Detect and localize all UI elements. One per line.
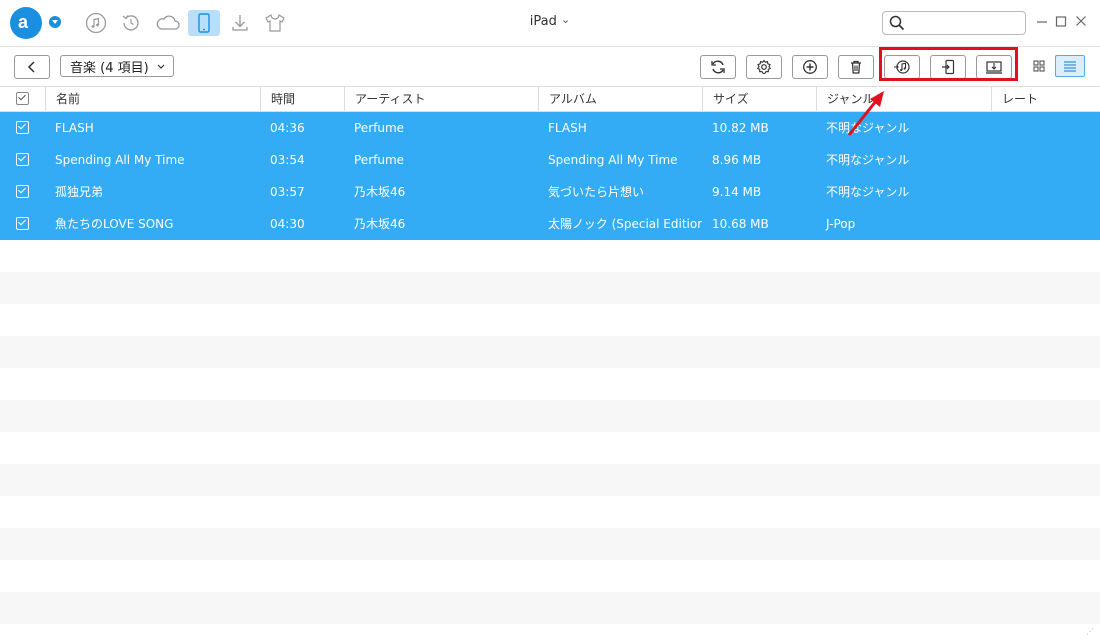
song-album: 気づいたら片想い — [548, 185, 645, 199]
song-genre: 不明なジャンル — [826, 121, 910, 135]
delete-button[interactable] — [838, 55, 874, 79]
add-button[interactable] — [792, 55, 828, 79]
table-header: 名前 時間 アーティスト アルバム サイズ ジャンル レート — [0, 86, 1100, 112]
song-name: 魚たちのLOVE SONG — [55, 217, 174, 231]
tshirt-icon[interactable] — [263, 11, 287, 35]
download-icon[interactable] — [228, 11, 252, 35]
row-checkbox[interactable] — [16, 217, 29, 230]
back-button[interactable] — [14, 55, 50, 79]
song-album: 太陽ノック (Special Edition) — [548, 217, 702, 231]
song-size: 10.82 MB — [712, 121, 769, 135]
song-artist: 乃木坂46 — [354, 217, 406, 231]
column-header-time[interactable]: 時間 — [260, 87, 344, 111]
song-artist: Perfume — [354, 153, 405, 167]
song-time: 03:54 — [270, 153, 305, 167]
history-icon[interactable] — [119, 11, 143, 35]
resize-grip-icon[interactable]: ⋰ — [1086, 627, 1094, 636]
row-checkbox[interactable] — [16, 153, 29, 166]
column-header-genre[interactable]: ジャンル — [816, 87, 991, 111]
column-header-size[interactable]: サイズ — [702, 87, 816, 111]
app-logo[interactable]: a — [10, 7, 42, 39]
device-selector[interactable]: iPad ⌄ — [510, 13, 590, 29]
grid-view-icon — [1033, 60, 1045, 72]
search-input[interactable] — [882, 11, 1026, 35]
song-size: 10.68 MB — [712, 217, 769, 231]
table-row[interactable]: Spending All My Time 03:54 Perfume Spend… — [0, 144, 1100, 176]
song-rate — [991, 144, 1100, 176]
song-time: 03:57 — [270, 185, 305, 199]
column-header-name[interactable]: 名前 — [45, 87, 260, 111]
column-header-album[interactable]: アルバム — [538, 87, 702, 111]
gear-icon — [756, 59, 772, 75]
table-row[interactable]: 孤独兄弟 03:57 乃木坂46 気づいたら片想い 9.14 MB 不明なジャン… — [0, 176, 1100, 208]
search-icon — [889, 15, 905, 31]
select-all-checkbox[interactable] — [16, 92, 29, 105]
song-rate — [991, 112, 1100, 144]
app-menu-chevron-icon[interactable] — [49, 16, 61, 28]
column-header-rate[interactable]: レート — [991, 87, 1100, 111]
song-genre: 不明なジャンル — [826, 185, 910, 199]
empty-rows — [0, 240, 1100, 624]
song-album: Spending All My Time — [548, 153, 678, 167]
song-name: 孤独兄弟 — [55, 185, 104, 199]
row-checkbox[interactable] — [16, 185, 29, 198]
refresh-icon — [711, 60, 725, 74]
column-header-artist[interactable]: アーティスト — [344, 87, 538, 111]
close-icon[interactable] — [1075, 14, 1087, 31]
trash-icon — [851, 60, 861, 74]
song-time: 04:36 — [270, 121, 305, 135]
device-name: iPad — [529, 14, 557, 29]
logo-letter: a — [18, 12, 29, 32]
chevron-left-icon — [27, 61, 35, 73]
category-dropdown[interactable]: 音楽 (4 項目) — [60, 55, 174, 77]
song-time: 04:30 — [270, 217, 305, 231]
title-bar: a iPad ⌄ — [0, 0, 1100, 47]
song-genre: J-Pop — [826, 217, 856, 231]
song-artist: 乃木坂46 — [354, 185, 406, 199]
song-name: FLASH — [55, 121, 94, 135]
song-rate — [991, 176, 1100, 208]
list-view-button[interactable] — [1055, 55, 1085, 77]
list-view-icon — [1064, 61, 1076, 72]
song-size: 9.14 MB — [712, 185, 762, 199]
song-artist: Perfume — [354, 121, 405, 135]
table-row[interactable]: 魚たちのLOVE SONG 04:30 乃木坂46 太陽ノック (Special… — [0, 208, 1100, 240]
chevron-down-icon — [157, 64, 165, 69]
row-checkbox[interactable] — [16, 121, 29, 134]
table-row[interactable]: FLASH 04:36 Perfume FLASH 10.82 MB 不明なジャ… — [0, 112, 1100, 144]
song-rate — [991, 208, 1100, 240]
add-icon — [803, 60, 817, 74]
highlight-box — [879, 47, 1018, 81]
song-table: 名前 時間 アーティスト アルバム サイズ ジャンル レート FLASH 04:… — [0, 86, 1100, 624]
category-label: 音楽 (4 項目) — [70, 60, 149, 76]
grid-view-button[interactable] — [1024, 55, 1054, 77]
settings-button[interactable] — [746, 55, 782, 79]
song-album: FLASH — [548, 121, 587, 135]
music-note-icon[interactable] — [84, 11, 108, 35]
refresh-button[interactable] — [700, 55, 736, 79]
device-icon[interactable] — [188, 10, 220, 36]
cloud-icon[interactable] — [154, 11, 182, 35]
song-name: Spending All My Time — [55, 153, 185, 167]
minimize-icon[interactable] — [1036, 14, 1048, 31]
maximize-icon[interactable] — [1055, 14, 1067, 31]
song-genre: 不明なジャンル — [826, 153, 910, 167]
song-size: 8.96 MB — [712, 153, 762, 167]
chevron-down-icon: ⌄ — [561, 13, 571, 26]
